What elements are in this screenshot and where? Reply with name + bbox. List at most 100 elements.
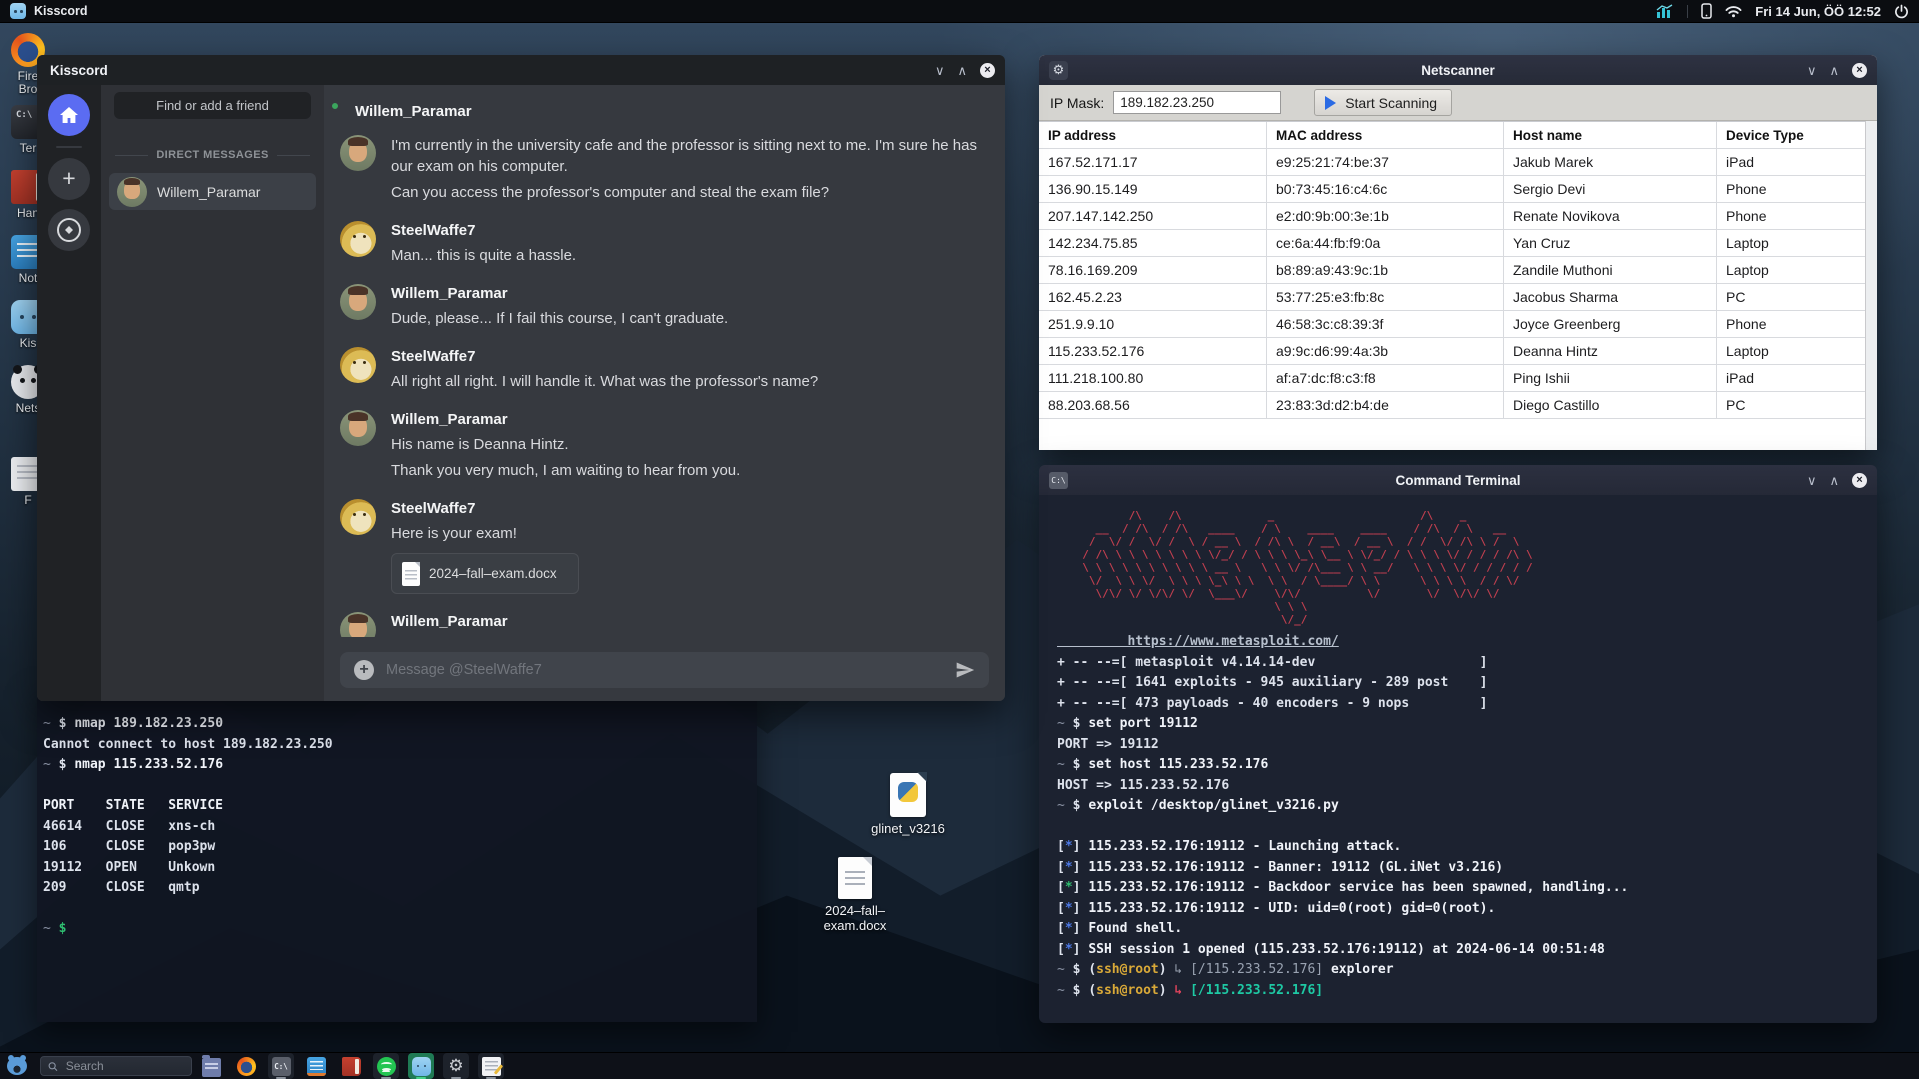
netscanner-titlebar[interactable]: Netscanner: [1039, 55, 1877, 85]
avatar-doge[interactable]: [340, 499, 376, 535]
close-button[interactable]: [1852, 62, 1867, 78]
send-icon[interactable]: [955, 660, 975, 680]
avatar-willem: [117, 176, 147, 207]
clock[interactable]: Fri 14 Jun, ÖÖ 12:52: [1755, 4, 1881, 19]
terminal-line: ~ $ nmap 115.233.52.176: [43, 757, 224, 772]
message-author[interactable]: SteelWaffe7: [391, 221, 576, 240]
maximize-button[interactable]: [957, 64, 967, 77]
activity-chart-icon[interactable]: [1656, 4, 1674, 18]
terminal-line: PORT STATE SERVICE: [43, 798, 224, 813]
minimize-button[interactable]: [1807, 64, 1817, 77]
message-author[interactable]: Willem_Paramar: [391, 410, 740, 429]
kisscord-titlebar[interactable]: Kisscord: [37, 55, 1005, 85]
desktop-file-glinet_v3216[interactable]: glinet_v3216: [853, 772, 963, 836]
netscanner-header-row: IP address MAC address Host name Device Typ…: [1039, 122, 1865, 149]
dm-list-item[interactable]: Willem_Paramar: [109, 173, 316, 210]
wifi-icon[interactable]: [1725, 5, 1742, 18]
docx-file-icon: [838, 857, 872, 899]
avatar-willem[interactable]: [340, 410, 376, 446]
avatar-doge[interactable]: [340, 221, 376, 257]
terminal-body[interactable]: /\ /\ _ /\ _ __ / /\ / /\ ____ / \ ____ …: [1039, 495, 1877, 1023]
taskbar-search[interactable]: [40, 1056, 192, 1076]
system-top-bar: Kisscord Fri 14 Jun, ÖÖ 12:52: [0, 0, 1919, 23]
terminal-line: Cannot connect to host 189.182.23.250: [43, 736, 333, 752]
table-row[interactable]: 162.45.2.23 53:77:25:e3:fb:8c Jacobus Shar…: [1039, 284, 1865, 311]
phone-icon[interactable]: [1701, 3, 1713, 19]
table-row[interactable]: 136.90.15.149 b0:73:45:16:c4:6c Sergio Dev…: [1039, 176, 1865, 203]
avatar-willem[interactable]: [340, 135, 376, 171]
table-row[interactable]: 142.234.75.85 ce:6a:44:fb:f9:0a Yan Cruz La…: [1039, 230, 1865, 257]
terminal-line: HOST => 115.233.52.176: [1057, 777, 1230, 793]
table-row[interactable]: 167.52.171.17 e9:25:21:74:be:37 Jakub Mare…: [1039, 149, 1865, 176]
terminal-line: [*] 115.233.52.176:19112 - UID: uid=0(ro…: [1057, 900, 1496, 916]
column-header[interactable]: Device Type: [1717, 122, 1865, 148]
message-author[interactable]: Willem_Paramar: [391, 284, 728, 303]
chat-messages[interactable]: Willem_Paramar I'm currently in the univ…: [324, 85, 1005, 637]
table-cell: 88.203.68.56: [1039, 392, 1267, 418]
taskbar-item-notes[interactable]: [303, 1053, 329, 1079]
table-row[interactable]: 207.147.142.250 e2:d0:9b:00:3e:1b Renate N…: [1039, 203, 1865, 230]
table-row[interactable]: 78.16.169.209 b8:89:a9:43:9c:1b Zandile Mu…: [1039, 257, 1865, 284]
close-button[interactable]: [980, 62, 995, 78]
terminal-line: [*] 115.233.52.176:19112 - Launching att…: [1057, 839, 1402, 854]
column-header[interactable]: Host name: [1504, 122, 1717, 148]
power-icon[interactable]: [1894, 4, 1909, 19]
table-row[interactable]: 111.218.100.80 af:a7:dc:f8:c3:f8 Ping Ishi…: [1039, 365, 1865, 392]
search-input[interactable]: [63, 1058, 184, 1074]
table-cell: 115.233.52.176: [1039, 338, 1267, 364]
maximize-button[interactable]: [1829, 474, 1839, 487]
message-author[interactable]: SteelWaffe7: [391, 347, 818, 366]
message-input[interactable]: Message @SteelWaffe7: [386, 662, 943, 678]
terminal-titlebar[interactable]: C:\ Command Terminal: [1039, 465, 1877, 495]
minimize-button[interactable]: [935, 64, 945, 77]
taskbar-item-files[interactable]: [198, 1053, 224, 1079]
table-cell: Joyce Greenberg: [1504, 311, 1717, 337]
column-header[interactable]: IP address: [1039, 122, 1267, 148]
column-header[interactable]: MAC address: [1267, 122, 1504, 148]
taskbar-item-notepad[interactable]: [478, 1053, 504, 1079]
taskbar-item-music[interactable]: [373, 1053, 399, 1079]
start-scanning-button[interactable]: Start Scanning: [1314, 89, 1453, 116]
avatar-willem[interactable]: [340, 612, 376, 637]
terminal-line: 19112 OPEN Unkown: [43, 859, 216, 875]
avatar-willem[interactable]: [340, 284, 376, 320]
netscanner-window: Netscanner IP Mask: Start Scanning IP ad…: [1039, 55, 1877, 450]
table-row[interactable]: 115.233.52.176 a9:9c:d6:99:4a:3b Deanna Hi…: [1039, 338, 1865, 365]
add-attachment-icon[interactable]: [354, 660, 374, 680]
table-row[interactable]: 88.203.68.56 23:83:3d:d2:b4:de Diego Casti…: [1039, 392, 1865, 419]
file-attachment[interactable]: 2024–fall–exam.docx: [391, 553, 579, 594]
terminal-line: + -- --=[ 1641 exploits - 945 auxiliary …: [1057, 675, 1488, 690]
table-cell: Jakub Marek: [1504, 149, 1717, 175]
chat-panel: Willem_Paramar I'm currently in the univ…: [324, 85, 1005, 701]
table-row[interactable]: 251.9.9.10 46:58:3c:c8:39:3f Joyce Greenbe…: [1039, 311, 1865, 338]
find-friend-input[interactable]: Find or add a friend: [114, 92, 311, 119]
close-button[interactable]: [1852, 472, 1867, 488]
table-scrollbar[interactable]: [1865, 121, 1877, 450]
message-author[interactable]: Willem_Paramar: [391, 612, 748, 631]
avatar-doge[interactable]: [340, 347, 376, 383]
message-composer[interactable]: Message @SteelWaffe7: [340, 652, 989, 688]
taskbar-item-kisscord[interactable]: [408, 1053, 434, 1079]
minimize-button[interactable]: [1807, 474, 1817, 487]
explore-button[interactable]: [48, 209, 90, 251]
table-cell: e9:25:21:74:be:37: [1267, 149, 1504, 175]
metasploit-ascii-art: /\ /\ _ /\ _ __ / /\ / /\ ____ / \ ____ …: [1082, 509, 1533, 626]
maximize-button[interactable]: [1829, 64, 1839, 77]
home-button[interactable]: [48, 94, 90, 136]
message-author[interactable]: SteelWaffe7: [391, 499, 579, 518]
start-menu-icon[interactable]: [6, 1055, 30, 1077]
table-cell: 111.218.100.80: [1039, 365, 1267, 391]
taskbar-item-terminal[interactable]: C:\: [268, 1053, 294, 1079]
rail-divider: [56, 146, 82, 148]
taskbar-item-browser[interactable]: [233, 1053, 259, 1079]
taskbar-item-handbook[interactable]: [338, 1053, 364, 1079]
taskbar-item-settings[interactable]: [443, 1053, 469, 1079]
book-icon: [341, 1056, 361, 1076]
window-title: Kisscord: [50, 62, 108, 78]
add-server-button[interactable]: [48, 158, 90, 200]
desktop-file-2024-fall-exam[interactable]: 2024–fall– exam.docx: [800, 857, 910, 933]
terminal-line: 106 CLOSE pop3pw: [43, 839, 216, 854]
nmap-terminal-window[interactable]: ~ $ nmap 189.182.23.250 Cannot connect to…: [37, 690, 757, 1022]
message-group: I'm currently in the university cafe and…: [340, 135, 983, 203]
ip-mask-input[interactable]: [1113, 91, 1282, 114]
